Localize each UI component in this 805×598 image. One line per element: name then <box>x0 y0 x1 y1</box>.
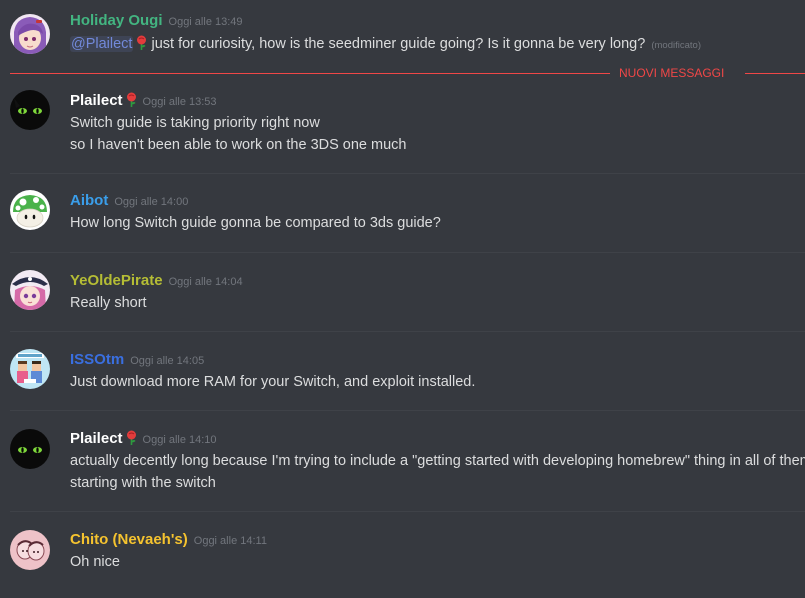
message-group-divider <box>10 252 805 253</box>
message-timestamp: Oggi alle 14:10 <box>142 434 217 446</box>
green-mushroom-avatar[interactable] <box>10 190 50 230</box>
purple-hair-anime-girl-avatar[interactable] <box>10 14 50 54</box>
message-header: Aibot Oggi alle 14:00 <box>70 191 188 211</box>
black-cat-avatar[interactable] <box>10 90 50 130</box>
message-timestamp: Oggi alle 14:04 <box>168 276 243 288</box>
rose-icon <box>126 430 137 451</box>
rose-icon <box>126 92 137 113</box>
message-group-divider <box>10 410 805 411</box>
message-text: actually decently long because I'm tryin… <box>70 453 805 469</box>
author-name[interactable]: YeOldePirate <box>70 272 163 289</box>
message-header: ISSOtm Oggi alle 14:05 <box>70 350 204 370</box>
message-header: Plailect Oggi alle 14:10 <box>70 429 217 449</box>
new-messages-divider: NUOVI MESSAGGI <box>10 65 805 81</box>
message-text: starting with the switch <box>70 475 216 491</box>
message-content: @Plailect just for curiosity, how is the… <box>70 34 701 55</box>
message-text: Oh nice <box>70 554 120 570</box>
pink-sketch-avatar[interactable] <box>10 530 50 570</box>
message-text: Switch guide is taking priority right no… <box>70 115 320 131</box>
message-group-divider <box>10 173 805 174</box>
message-header: Holiday Ougi Oggi alle 13:49 <box>70 11 243 31</box>
pirate-anime-girl-avatar[interactable] <box>10 270 50 310</box>
message-group-divider <box>10 511 805 512</box>
message-timestamp: Oggi alle 13:53 <box>142 96 217 108</box>
rose-icon <box>136 35 147 57</box>
message-header: YeOldePirate Oggi alle 14:04 <box>70 271 243 291</box>
message-group-divider <box>10 331 805 332</box>
pixel-art-people-avatar[interactable] <box>10 349 50 389</box>
author-name[interactable]: Plailect <box>70 92 123 109</box>
message-timestamp: Oggi alle 14:05 <box>130 355 205 367</box>
message-text: just for curiosity, how is the seedminer… <box>151 36 646 52</box>
author-name[interactable]: Chito (Nevaeh's) <box>70 531 188 548</box>
message-text: Just download more RAM for your Switch, … <box>70 374 476 390</box>
message-header: Plailect Oggi alle 13:53 <box>70 91 217 111</box>
message-text: so I haven't been able to work on the 3D… <box>70 137 407 153</box>
message-timestamp: Oggi alle 13:49 <box>168 16 243 28</box>
author-name[interactable]: Plailect <box>70 430 123 447</box>
black-cat-avatar[interactable] <box>10 429 50 469</box>
user-mention[interactable]: @Plailect <box>70 36 134 52</box>
message-text: How long Switch guide gonna be compared … <box>70 215 441 231</box>
chat-messages-pane[interactable]: Holiday Ougi Oggi alle 13:49 @Plailect ju… <box>0 0 805 598</box>
message-text: Really short <box>70 295 147 311</box>
edited-label: (modificato) <box>651 40 701 51</box>
new-messages-label: NUOVI MESSAGGI <box>619 66 725 80</box>
author-name[interactable]: ISSOtm <box>70 351 124 368</box>
author-name[interactable]: Aibot <box>70 192 108 209</box>
message-timestamp: Oggi alle 14:00 <box>114 196 189 208</box>
divider-line-left <box>10 73 610 74</box>
divider-line-right <box>745 73 805 74</box>
message-timestamp: Oggi alle 14:11 <box>193 535 267 547</box>
author-name[interactable]: Holiday Ougi <box>70 12 163 29</box>
message-header: Chito (Nevaeh's) Oggi alle 14:11 <box>70 530 267 550</box>
mention-text: @Plailect <box>71 36 133 52</box>
